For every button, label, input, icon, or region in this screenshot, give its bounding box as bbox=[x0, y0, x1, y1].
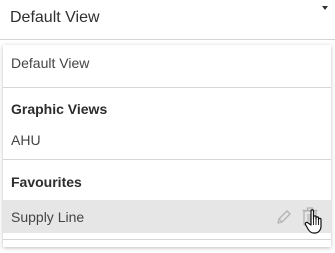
menu-item-label: AHU bbox=[11, 132, 41, 148]
view-dropdown-menu: Default View Graphic Views AHU Favourite… bbox=[3, 45, 331, 247]
menu-item-label: Supply Line bbox=[11, 208, 85, 225]
group-title-favourites: Favourites bbox=[3, 168, 331, 196]
pencil-icon[interactable] bbox=[275, 208, 293, 226]
menu-item-supply-line[interactable]: Supply Line bbox=[3, 200, 331, 233]
menu-divider bbox=[3, 159, 331, 160]
chevron-down-icon[interactable] bbox=[322, 6, 328, 10]
view-dropdown-value: Default View bbox=[10, 9, 100, 26]
menu-item-ahu[interactable]: AHU bbox=[3, 126, 331, 154]
group-title-label: Favourites bbox=[11, 174, 82, 190]
group-title-graphic-views: Graphic Views bbox=[3, 95, 331, 123]
menu-divider bbox=[3, 87, 331, 88]
hand-cursor-icon bbox=[304, 209, 322, 234]
view-selector-panel: Default View Default View Graphic Views … bbox=[0, 0, 335, 253]
view-dropdown[interactable]: Default View bbox=[0, 0, 335, 40]
group-title-label: Graphic Views bbox=[11, 101, 108, 117]
menu-divider bbox=[3, 239, 331, 240]
menu-item-default-view[interactable]: Default View bbox=[3, 45, 331, 80]
menu-item-label: Default View bbox=[11, 54, 90, 71]
